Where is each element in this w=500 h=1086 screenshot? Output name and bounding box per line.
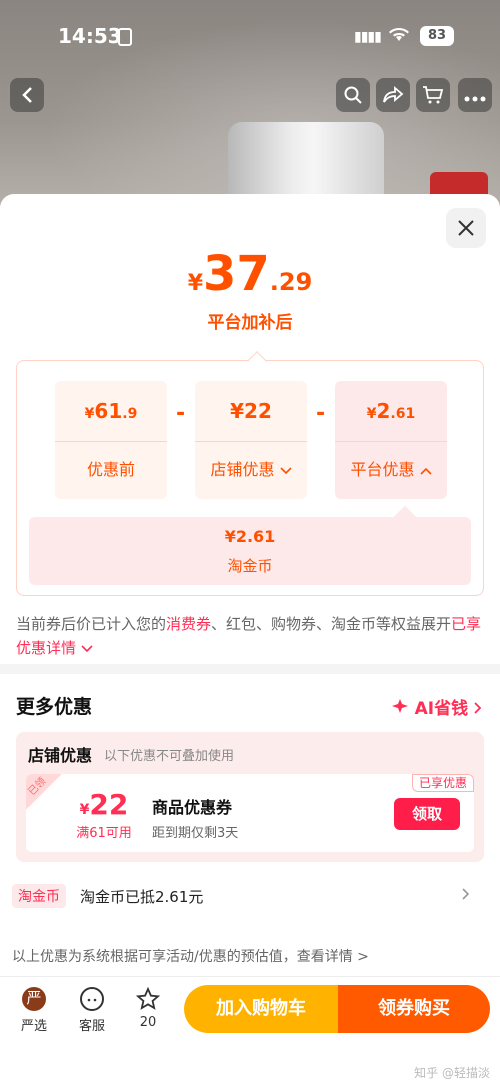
original-price-int: 61 bbox=[94, 399, 123, 423]
chevron-down-icon bbox=[279, 467, 292, 475]
pointer-arrow bbox=[247, 351, 267, 371]
platform-discount-currency: ¥ bbox=[366, 406, 377, 422]
back-button[interactable] bbox=[10, 78, 44, 112]
more-icon bbox=[464, 96, 486, 102]
original-price-cell: ¥61.9 优惠前 bbox=[55, 381, 167, 499]
original-price-label: 优惠前 bbox=[86, 460, 135, 479]
cart-button[interactable] bbox=[416, 78, 450, 112]
platform-discount-int: 2 bbox=[376, 399, 391, 423]
chevron-up-icon bbox=[419, 467, 432, 475]
price-currency: ¥ bbox=[187, 271, 203, 296]
minus-sign: - bbox=[316, 401, 326, 426]
store-discount-label-row: 店铺优惠 bbox=[195, 445, 307, 495]
signal-icon: ▮▮▮▮ bbox=[354, 29, 382, 45]
store-discount-section: 店铺优惠 以下优惠不可叠加使用 已领 ¥22 满61可用 商品优惠券 距到期仅剩… bbox=[16, 732, 484, 862]
taojinbi-row[interactable]: 淘金币 淘金币已抵2.61元 bbox=[0, 880, 500, 916]
taojinbi-detail: ¥2.61 淘金币 bbox=[29, 505, 471, 585]
original-price-currency: ¥ bbox=[84, 406, 95, 422]
battery-indicator: 83 bbox=[420, 26, 454, 46]
coupon-expiry: 距到期仅剩3天 bbox=[152, 826, 239, 841]
platform-discount-label-row: 平台优惠 bbox=[335, 445, 447, 495]
yanxuan-icon: 严 bbox=[22, 987, 46, 1011]
customer-service-icon bbox=[80, 987, 104, 1011]
ai-sparkle-icon bbox=[391, 699, 408, 713]
more-discounts-title: 更多优惠 bbox=[16, 696, 93, 718]
coupon-card: 已领 ¥22 满61可用 商品优惠券 距到期仅剩3天 已享优惠 领取 bbox=[26, 774, 474, 852]
cell-divider bbox=[335, 441, 447, 442]
original-price-dec: .9 bbox=[122, 406, 138, 422]
search-icon bbox=[344, 86, 362, 104]
close-button[interactable] bbox=[446, 208, 486, 248]
add-to-cart-button[interactable]: 加入购物车 bbox=[184, 985, 338, 1033]
claim-coupon-button[interactable]: 领取 bbox=[394, 798, 460, 830]
final-price: ¥37.29 bbox=[0, 246, 500, 302]
customer-service-button[interactable]: 客服 bbox=[72, 987, 112, 1034]
taojinbi-text: 淘金币已抵2.61元 bbox=[80, 888, 204, 906]
yanxuan-label: 严选 bbox=[20, 1019, 47, 1034]
discount-note: 当前券后价已计入您的消费券、红包、购物券、淘金币等权益展开已享优惠详情 bbox=[16, 612, 486, 660]
claimed-ribbon-label: 已领 bbox=[26, 775, 49, 798]
sim-icon bbox=[118, 28, 132, 46]
taojinbi-label: 淘金币 bbox=[227, 557, 273, 575]
store-discount-desc: 以下优惠不可叠加使用 bbox=[104, 749, 235, 764]
status-bar: 14:53 ▮▮▮▮ 83 bbox=[0, 0, 500, 70]
store-discount-value: ¥22 bbox=[230, 399, 272, 423]
favorite-count: 20 bbox=[139, 1015, 157, 1030]
product-bottle-cap bbox=[228, 122, 384, 202]
watermark: 知乎 @轻描淡 bbox=[414, 1066, 490, 1080]
star-icon bbox=[135, 986, 161, 1011]
ai-save-link[interactable]: AI省钱 bbox=[391, 694, 482, 719]
claim-and-buy-button[interactable]: 领券购买 bbox=[338, 985, 490, 1033]
pointer-arrow bbox=[393, 505, 417, 529]
chevron-right-icon bbox=[474, 702, 482, 714]
customer-service-label: 客服 bbox=[78, 1019, 105, 1034]
share-icon bbox=[383, 86, 404, 103]
more-button[interactable] bbox=[458, 78, 492, 112]
favorite-button[interactable]: 20 bbox=[128, 986, 168, 1030]
store-discount-label: 店铺优惠 bbox=[210, 460, 275, 479]
platform-discount-value: ¥2.61 bbox=[335, 381, 447, 441]
store-discount-cell[interactable]: ¥22 店铺优惠 bbox=[195, 381, 307, 499]
chevron-left-icon bbox=[22, 87, 32, 103]
taojinbi-tag: 淘金币 bbox=[12, 884, 66, 908]
status-time: 14:53 bbox=[58, 24, 122, 48]
close-icon bbox=[458, 220, 474, 236]
chevron-down-icon bbox=[81, 645, 93, 653]
wifi-icon bbox=[388, 24, 410, 48]
coupon-currency: ¥ bbox=[79, 802, 90, 818]
price-integer: 37 bbox=[203, 246, 270, 302]
price-subtitle: 平台加补后 bbox=[207, 313, 293, 333]
minus-sign: - bbox=[176, 401, 186, 426]
search-button[interactable] bbox=[336, 78, 370, 112]
coupon-amount: ¥22 bbox=[60, 788, 148, 821]
price-decimal: .29 bbox=[269, 268, 313, 296]
discount-detail-sheet: ¥37.29 平台加补后 ¥61.9 优惠前 - ¥22 店铺优惠 - ¥2.6… bbox=[0, 194, 500, 1086]
share-button[interactable] bbox=[376, 78, 410, 112]
store-discount-title: 店铺优惠 bbox=[28, 746, 93, 765]
estimate-disclaimer[interactable]: 以上优惠为系统根据可享活动/优惠的预估值，查看详情 > bbox=[12, 946, 369, 966]
ai-save-label: AI省钱 bbox=[414, 699, 469, 719]
price-breakdown: ¥61.9 优惠前 - ¥22 店铺优惠 - ¥2.61 平台优惠 ¥2.61 … bbox=[16, 351, 484, 596]
platform-discount-cell[interactable]: ¥2.61 平台优惠 bbox=[335, 381, 447, 499]
original-price-value: ¥61.9 bbox=[55, 381, 167, 441]
taojinbi-value: ¥2.61 bbox=[224, 527, 276, 546]
consumption-coupon-link[interactable]: 消费券 bbox=[166, 615, 211, 633]
yanxuan-button[interactable]: 严 严选 bbox=[14, 987, 54, 1034]
cell-divider bbox=[195, 441, 307, 442]
section-divider bbox=[0, 664, 500, 674]
note-text: 当前券后价已计入您的 bbox=[16, 615, 167, 633]
claimed-ribbon: 已领 bbox=[26, 774, 62, 814]
coupon-name: 商品优惠券 bbox=[152, 798, 233, 817]
coupon-condition: 满61可用 bbox=[76, 826, 132, 841]
platform-discount-dec: .61 bbox=[390, 406, 416, 422]
platform-discount-label: 平台优惠 bbox=[350, 460, 415, 479]
note-text: 、红包、购物券、淘金币等权益展开 bbox=[211, 615, 452, 633]
cell-divider bbox=[55, 441, 167, 442]
chevron-right-icon bbox=[462, 884, 470, 905]
cart-icon bbox=[423, 86, 444, 104]
coupon-amount-value: 22 bbox=[89, 788, 129, 821]
enjoyed-discount-badge: 已享优惠 bbox=[411, 774, 474, 792]
